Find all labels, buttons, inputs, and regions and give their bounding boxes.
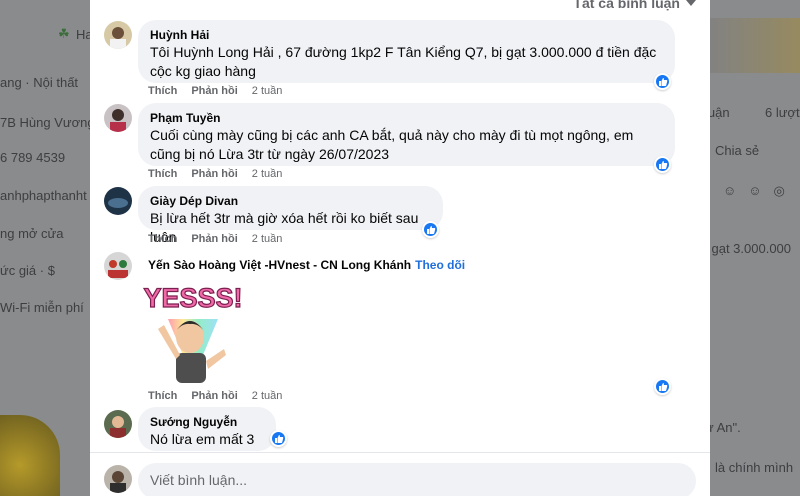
like-button[interactable]: Thích bbox=[148, 390, 177, 402]
comment-filter-label: Tất cả bình luận bbox=[573, 0, 680, 11]
comment-author[interactable]: Yến Sào Hoàng Việt -HVnest - CN Long Khá… bbox=[148, 258, 411, 272]
like-icon[interactable] bbox=[422, 221, 439, 238]
comment-timestamp[interactable]: 2 tuần bbox=[252, 85, 283, 97]
comment-bubble: Phạm Tuyền Cuối cùng mày cũng bị các anh… bbox=[138, 103, 675, 166]
comment-actions: Thích Phản hồi 2 tuần bbox=[148, 390, 282, 402]
comment-timestamp[interactable]: 2 tuần bbox=[252, 390, 283, 402]
comment-author[interactable]: Phạm Tuyền bbox=[150, 110, 663, 126]
avatar[interactable] bbox=[104, 410, 132, 438]
comment-author[interactable]: Huỳnh Hải bbox=[150, 27, 663, 43]
reply-button[interactable]: Phản hồi bbox=[191, 390, 237, 402]
comment-author[interactable]: Sướng Nguyễn bbox=[150, 414, 264, 430]
background-text: ng mở cửa bbox=[0, 226, 64, 241]
sticker-text: YESSS! bbox=[143, 283, 242, 313]
comment-header: Yến Sào Hoàng Việt -HVnest - CN Long Khá… bbox=[148, 258, 465, 272]
background-text: 6 789 4539 bbox=[0, 150, 66, 165]
clover-icon: ☘ bbox=[58, 26, 70, 41]
comment-timestamp[interactable]: 2 tuần bbox=[252, 233, 283, 245]
background-text: Chia sẻ bbox=[715, 143, 760, 158]
like-icon[interactable] bbox=[654, 378, 671, 395]
avatar[interactable] bbox=[104, 187, 132, 215]
reply-button[interactable]: Phản hồi bbox=[191, 168, 237, 180]
background-text: 6 lượt bbox=[765, 105, 800, 120]
background-text: ự An". bbox=[705, 420, 741, 435]
comment-actions: Thích Phản hồi 2 tuần bbox=[148, 168, 282, 180]
like-icon[interactable] bbox=[270, 430, 287, 447]
comment-filter-button[interactable]: Tất cả bình luận bbox=[573, 0, 696, 11]
avatar[interactable] bbox=[104, 104, 132, 132]
comment-timestamp[interactable]: 2 tuần bbox=[252, 168, 283, 180]
comment-text: Cuối cùng mày cũng bị các anh CA bắt, qu… bbox=[150, 127, 634, 162]
background-text: 7B Hùng Vương bbox=[0, 115, 95, 130]
comments-dialog: Tất cả bình luận Huỳnh Hải Tôi Huỳnh Lon… bbox=[90, 0, 710, 496]
caret-down-icon bbox=[686, 0, 696, 6]
background-emoji-icons: ☺☺◎ bbox=[723, 183, 797, 198]
current-user-avatar[interactable] bbox=[104, 465, 132, 493]
background-text: ang · Nội thất bbox=[0, 75, 79, 90]
background-text: Wi-Fi miễn phí bbox=[0, 300, 84, 315]
comment-actions: Thích Phản hồi 2 tuần bbox=[148, 233, 282, 245]
comment-text: Tôi Huỳnh Long Hải , 67 đường 1kp2 F Tân… bbox=[150, 44, 657, 79]
reply-button[interactable]: Phản hồi bbox=[191, 85, 237, 97]
like-button[interactable]: Thích bbox=[148, 233, 177, 245]
follow-button[interactable]: Theo dõi bbox=[415, 258, 465, 272]
comment-bubble: Sướng Nguyễn Nó lừa em mất 3 tr . bbox=[138, 407, 276, 466]
yesss-sticker-image[interactable]: YESSS! bbox=[138, 279, 248, 389]
avatar[interactable] bbox=[104, 21, 132, 49]
comment-composer: Viết bình luận... bbox=[90, 452, 710, 496]
like-button[interactable]: Thích bbox=[148, 85, 177, 97]
comment-actions: Thích Phản hồi 2 tuần bbox=[148, 85, 282, 97]
comment-bubble: Giày Dép Divan Bị lừa hết 3tr mà giờ xóa… bbox=[138, 186, 443, 245]
like-icon[interactable] bbox=[654, 156, 671, 173]
background-right-column: luận 6 lượt Chia sẻ ☺☺◎ i gạt 3.000.000 … bbox=[705, 0, 800, 496]
background-text: là chính mình bbox=[715, 460, 794, 475]
background-text: i gạt 3.000.000 bbox=[705, 241, 792, 256]
like-button[interactable]: Thích bbox=[148, 168, 177, 180]
background-text: anhphapthanht bbox=[0, 188, 87, 203]
reply-button[interactable]: Phản hồi bbox=[191, 233, 237, 245]
background-text: ức giá · $ bbox=[0, 263, 55, 278]
comment-author[interactable]: Giày Dép Divan bbox=[150, 193, 431, 209]
like-icon[interactable] bbox=[654, 73, 671, 90]
avatar[interactable] bbox=[104, 252, 132, 280]
comment-input[interactable]: Viết bình luận... bbox=[138, 463, 696, 496]
comment-bubble: Huỳnh Hải Tôi Huỳnh Long Hải , 67 đường … bbox=[138, 20, 675, 83]
